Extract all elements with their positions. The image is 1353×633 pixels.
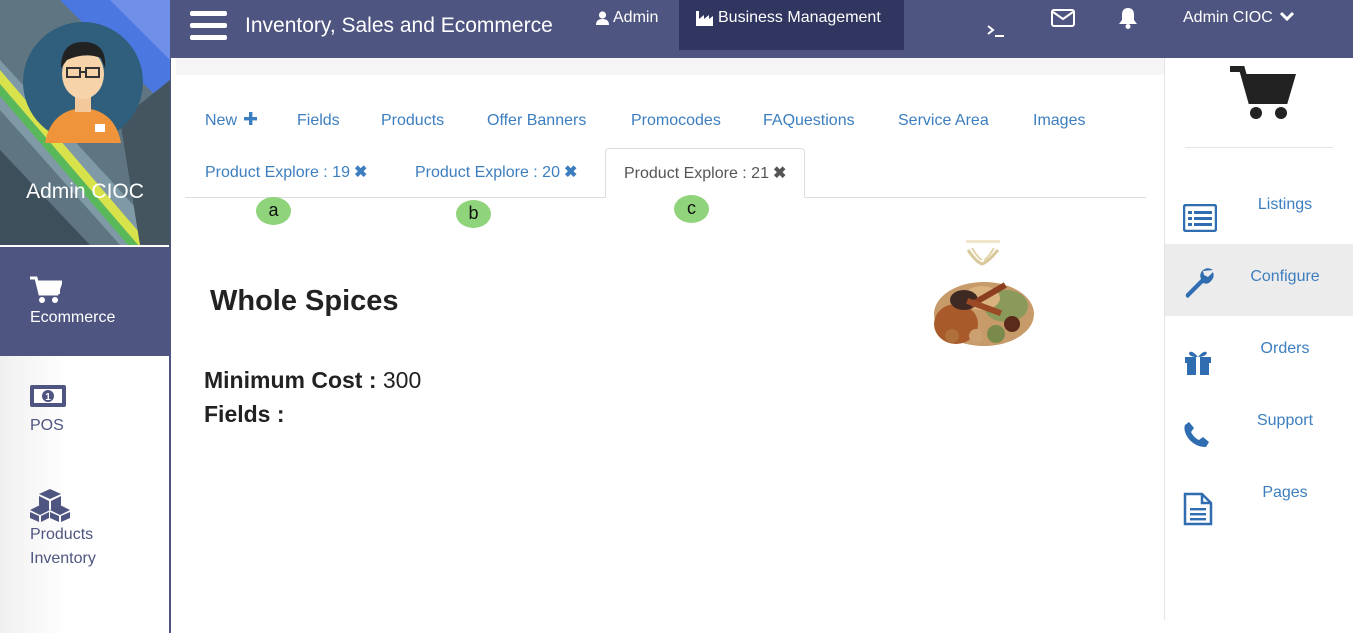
right-item-pages[interactable]: Pages [1165, 472, 1353, 544]
minimum-cost: Minimum Cost : 300 [204, 367, 421, 394]
file-icon [1183, 492, 1213, 526]
cubes-icon [30, 489, 70, 522]
product-explore-tabs: Product Explore : 19 ✖ Product Explore : … [185, 148, 1146, 198]
profile-card: Admin CIOC [0, 0, 170, 245]
right-item-label: Listings [1257, 196, 1313, 213]
top-navbar: Inventory, Sales and Ecommerce Admin Bus… [171, 0, 1353, 58]
tab-images[interactable]: Images [1033, 112, 1085, 130]
tab-fields[interactable]: Fields [297, 112, 340, 130]
tab-new[interactable]: New [205, 112, 258, 130]
app-root: Admin CIOC Ecommerce 1 POS Products Inve… [0, 0, 1353, 633]
annotation-marker-b: b [456, 200, 491, 228]
tab-products[interactable]: Products [381, 112, 444, 130]
left-sidebar: Admin CIOC Ecommerce 1 POS Products Inve… [0, 0, 171, 633]
breadcrumb [176, 58, 1164, 75]
tab-label: Product Explore : 19 [205, 164, 350, 181]
nav-admin-label: Admin [613, 9, 659, 26]
svg-text:1: 1 [45, 392, 51, 403]
plus-icon [244, 112, 258, 125]
tab-faquestions[interactable]: FAQuestions [763, 112, 855, 130]
industry-icon [696, 11, 713, 26]
list-icon [1183, 204, 1217, 232]
sidebar-item-products-inventory[interactable]: Products Inventory [0, 466, 169, 633]
tab-product-explore-20[interactable]: Product Explore : 20 ✖ [415, 148, 577, 198]
right-item-label: Support [1256, 412, 1314, 429]
envelope-icon[interactable] [1051, 9, 1075, 27]
tab-service-area[interactable]: Service Area [898, 112, 989, 130]
menu-icon[interactable] [190, 11, 227, 41]
money-icon: 1 [30, 385, 66, 407]
right-item-support[interactable]: Support [1165, 400, 1353, 472]
minimum-cost-value: 300 [382, 367, 422, 393]
terminal-icon[interactable] [987, 24, 1005, 38]
wrench-icon [1185, 268, 1214, 298]
phone-icon [1184, 422, 1209, 447]
user-menu-label: Admin CIOC [1183, 9, 1273, 26]
right-item-label: Pages [1262, 484, 1308, 501]
tab-label: Product Explore : 21 [624, 165, 769, 182]
product-image [934, 240, 1034, 346]
bell-icon[interactable] [1118, 7, 1138, 29]
gift-icon [1185, 351, 1211, 375]
tab-offer-banners[interactable]: Offer Banners [487, 112, 586, 130]
annotation-marker-a: a [256, 197, 291, 225]
close-icon[interactable]: ✖ [354, 164, 367, 181]
right-item-orders[interactable]: Orders [1165, 328, 1353, 400]
close-icon[interactable]: ✖ [564, 164, 577, 181]
avatar [23, 22, 143, 143]
sidebar-item-ecommerce[interactable]: Ecommerce [0, 247, 169, 356]
tab-product-explore-21[interactable]: Product Explore : 21 ✖ [605, 148, 806, 198]
profile-name: Admin CIOC [26, 180, 144, 203]
sidebar-item-label: Products Inventory [30, 526, 96, 567]
annotation-marker-c: c [674, 195, 709, 223]
nav-business-label: Business Management [718, 9, 881, 26]
user-icon [596, 11, 609, 25]
fields-label: Fields : [204, 401, 285, 427]
right-item-label: Orders [1260, 340, 1310, 357]
cart-icon [30, 276, 62, 303]
right-sidebar: Listings Configure Orders Support Pages [1164, 58, 1353, 620]
chevron-down-icon [1280, 12, 1295, 22]
right-item-configure[interactable]: Configure [1165, 244, 1353, 316]
minimum-cost-label: Minimum Cost : [204, 367, 377, 393]
product-title: Whole Spices [210, 285, 399, 317]
close-icon[interactable]: ✖ [773, 165, 786, 182]
sidebar-item-label: POS [30, 417, 64, 434]
tab-label: Product Explore : 20 [415, 164, 560, 181]
sidebar-item-pos[interactable]: 1 POS [0, 356, 169, 466]
tab-promocodes[interactable]: Promocodes [631, 112, 721, 130]
tab-product-explore-19[interactable]: Product Explore : 19 ✖ [205, 148, 367, 198]
app-title: Inventory, Sales and Ecommerce [245, 14, 553, 37]
shopping-cart-icon [1230, 66, 1296, 119]
nav-business-management[interactable]: Business Management [679, 0, 904, 50]
sidebar-item-label: Ecommerce [30, 309, 116, 326]
divider [1185, 147, 1333, 148]
config-tabs: New Fields Products Offer Banners Promoc… [185, 112, 1145, 134]
right-item-label: Configure [1250, 268, 1320, 285]
user-menu[interactable]: Admin CIOC [1183, 9, 1295, 27]
tab-label: New [205, 112, 238, 129]
